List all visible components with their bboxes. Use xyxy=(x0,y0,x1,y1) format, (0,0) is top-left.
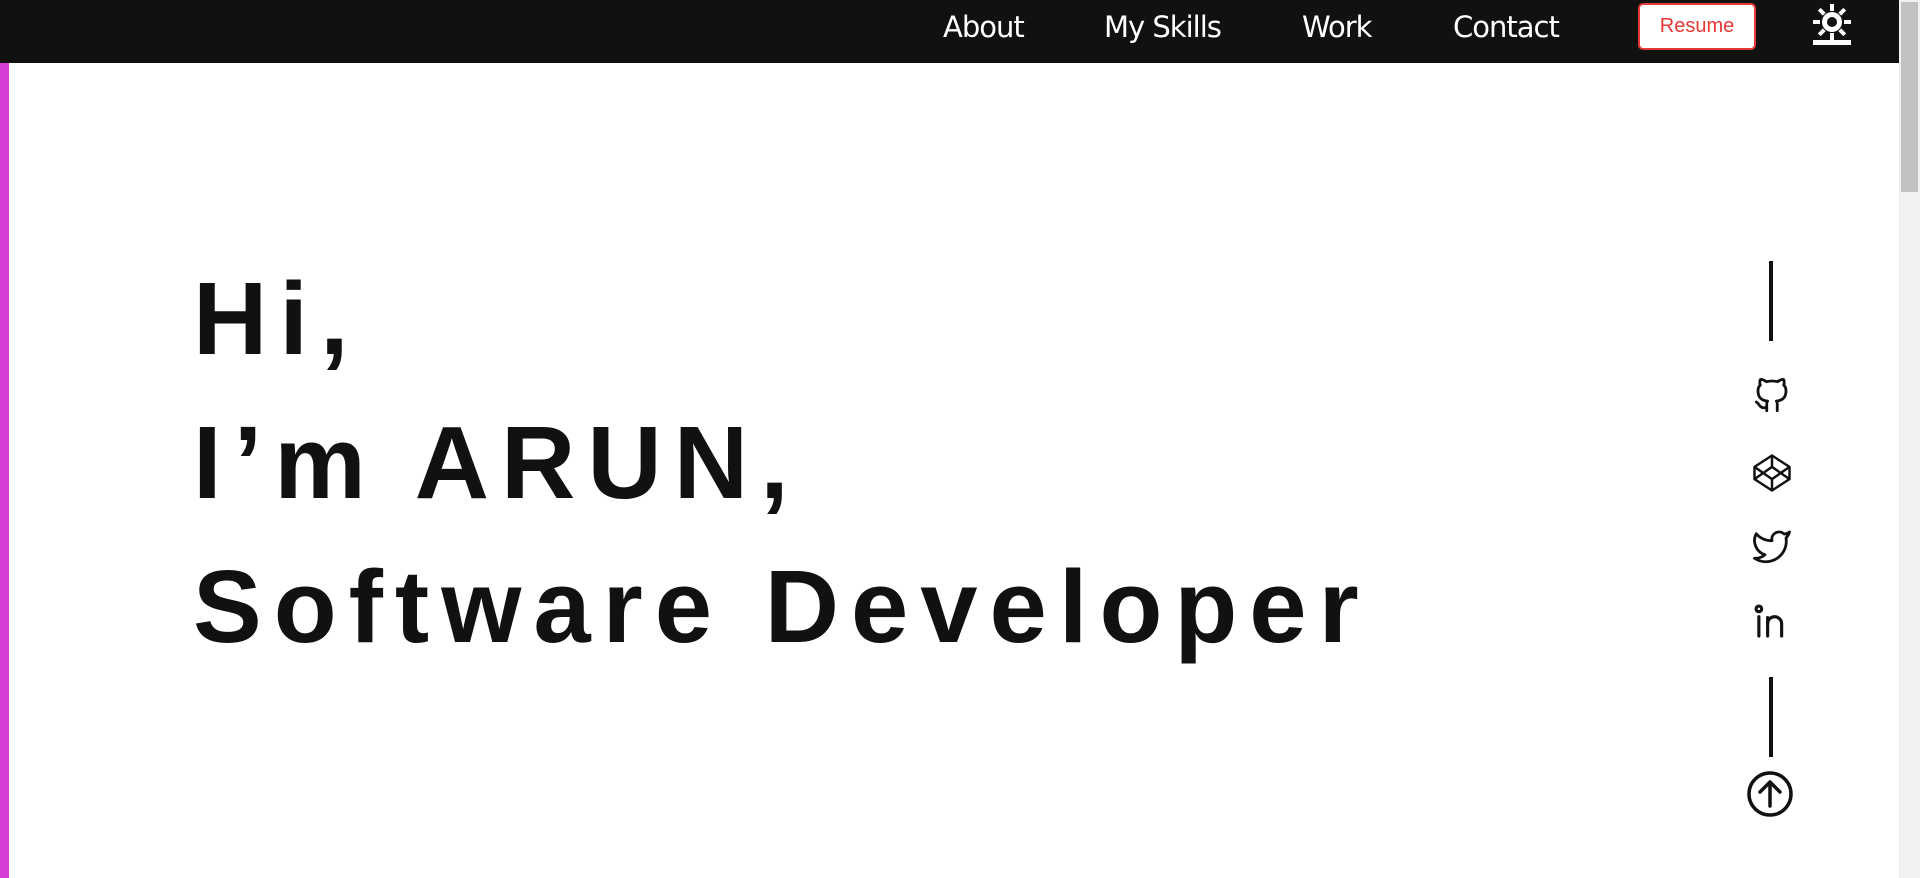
sun-icon xyxy=(1813,4,1851,45)
resume-button[interactable]: Resume xyxy=(1638,3,1756,50)
nav-link-contact[interactable]: Contact xyxy=(1453,10,1560,44)
linkedin-link[interactable] xyxy=(1751,601,1793,643)
hero-role: Software Developer xyxy=(193,549,1371,664)
top-navbar: About My Skills Work Contact Resume xyxy=(0,0,1899,63)
twitter-icon xyxy=(1753,530,1791,564)
left-accent-stripe xyxy=(0,63,9,878)
codepen-link[interactable] xyxy=(1751,452,1793,494)
scroll-to-top-button[interactable] xyxy=(1746,770,1794,818)
nav-link-my-skills[interactable]: My Skills xyxy=(1104,10,1222,44)
social-divider-bottom xyxy=(1769,677,1773,757)
nav-link-about[interactable]: About xyxy=(943,10,1025,44)
scrollbar-thumb[interactable] xyxy=(1901,2,1918,192)
arrow-up-circle-icon xyxy=(1747,771,1793,817)
nav-link-work[interactable]: Work xyxy=(1302,10,1372,44)
github-link[interactable] xyxy=(1751,374,1793,416)
twitter-link[interactable] xyxy=(1751,525,1793,567)
hero-intro: I’m ARUN, xyxy=(193,405,801,520)
page: About My Skills Work Contact Resume Hi, … xyxy=(0,0,1920,878)
hero-greeting: Hi, xyxy=(193,261,361,376)
codepen-icon xyxy=(1753,454,1791,492)
github-icon xyxy=(1754,377,1788,413)
linkedin-icon xyxy=(1754,604,1784,638)
theme-toggle-button[interactable] xyxy=(1810,2,1854,50)
social-divider-top xyxy=(1769,261,1773,341)
